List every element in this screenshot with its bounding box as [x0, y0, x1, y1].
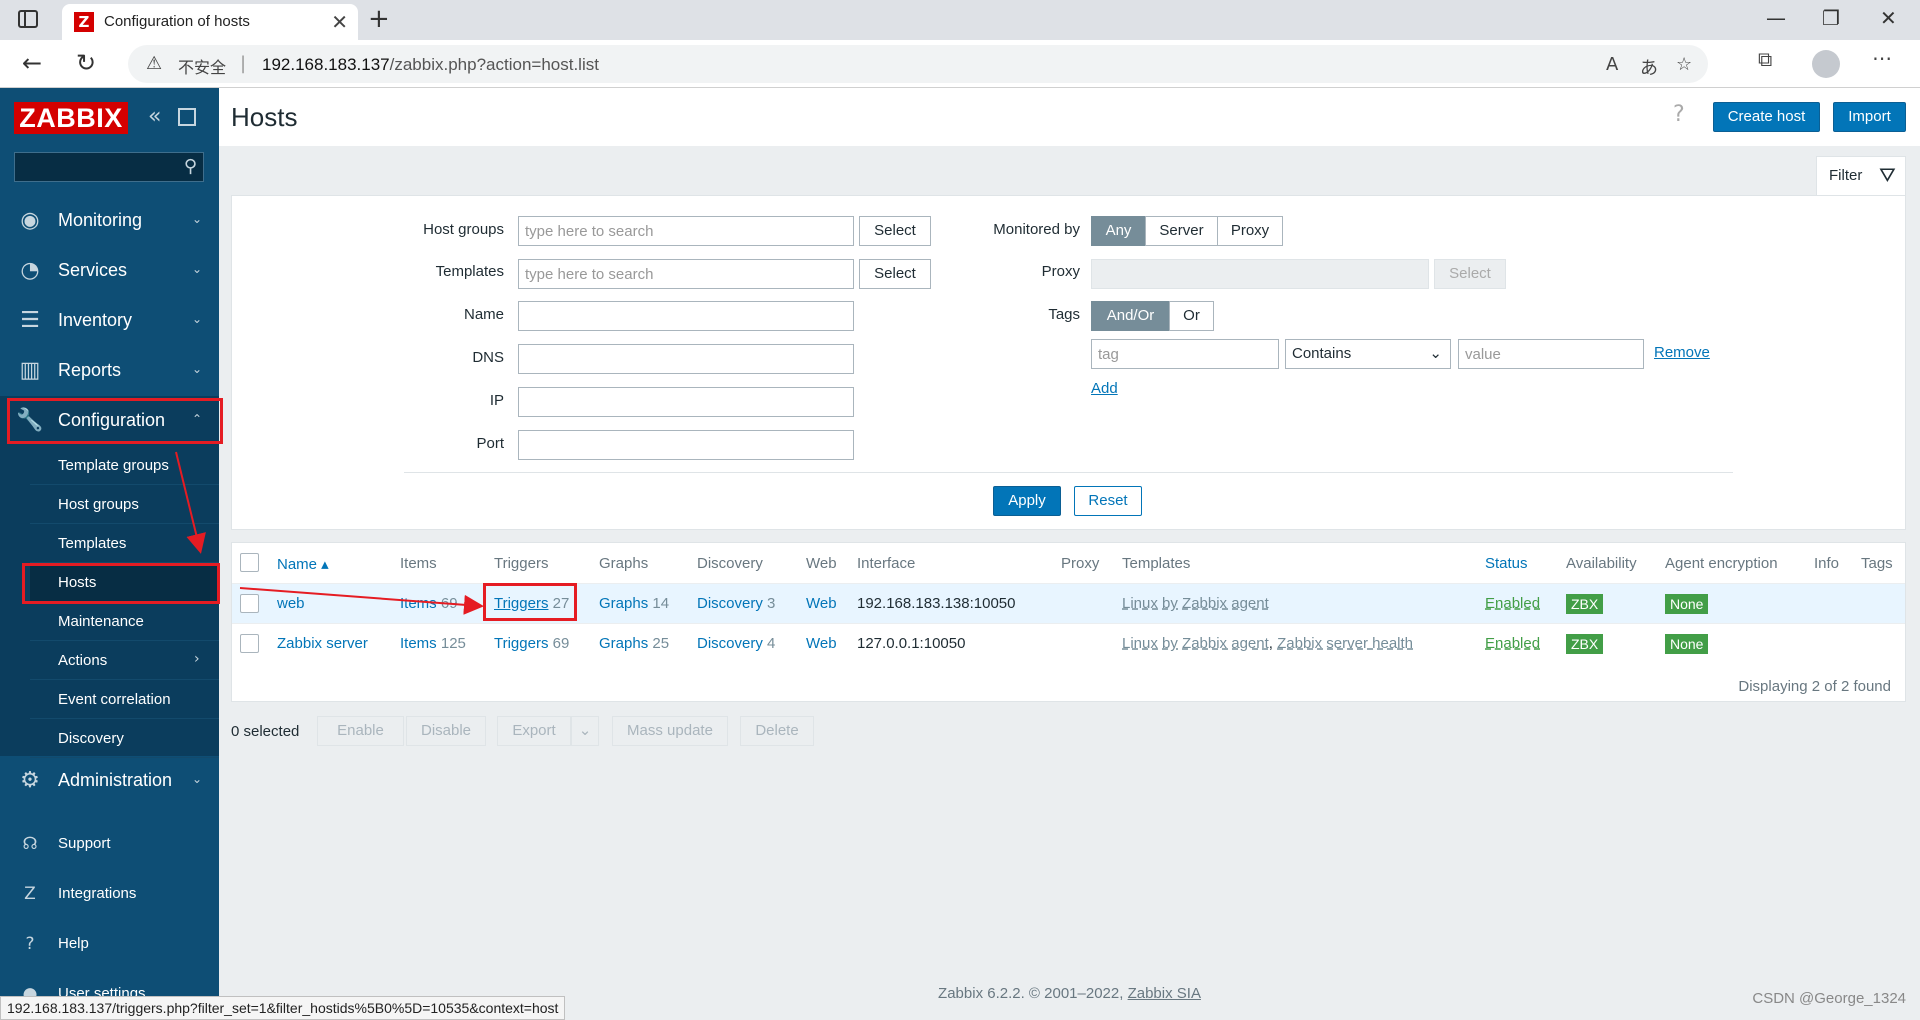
annotation-arrow: [239, 587, 484, 615]
footer-link[interactable]: Zabbix SIA: [1128, 985, 1201, 1002]
annotation-arrow: [175, 451, 206, 554]
status-bar-url: 192.168.183.137/triggers.php?filter_set=…: [0, 996, 566, 1020]
watermark: CSDN @George_1324: [1752, 990, 1906, 1007]
annotation-arrows: [175, 451, 484, 615]
